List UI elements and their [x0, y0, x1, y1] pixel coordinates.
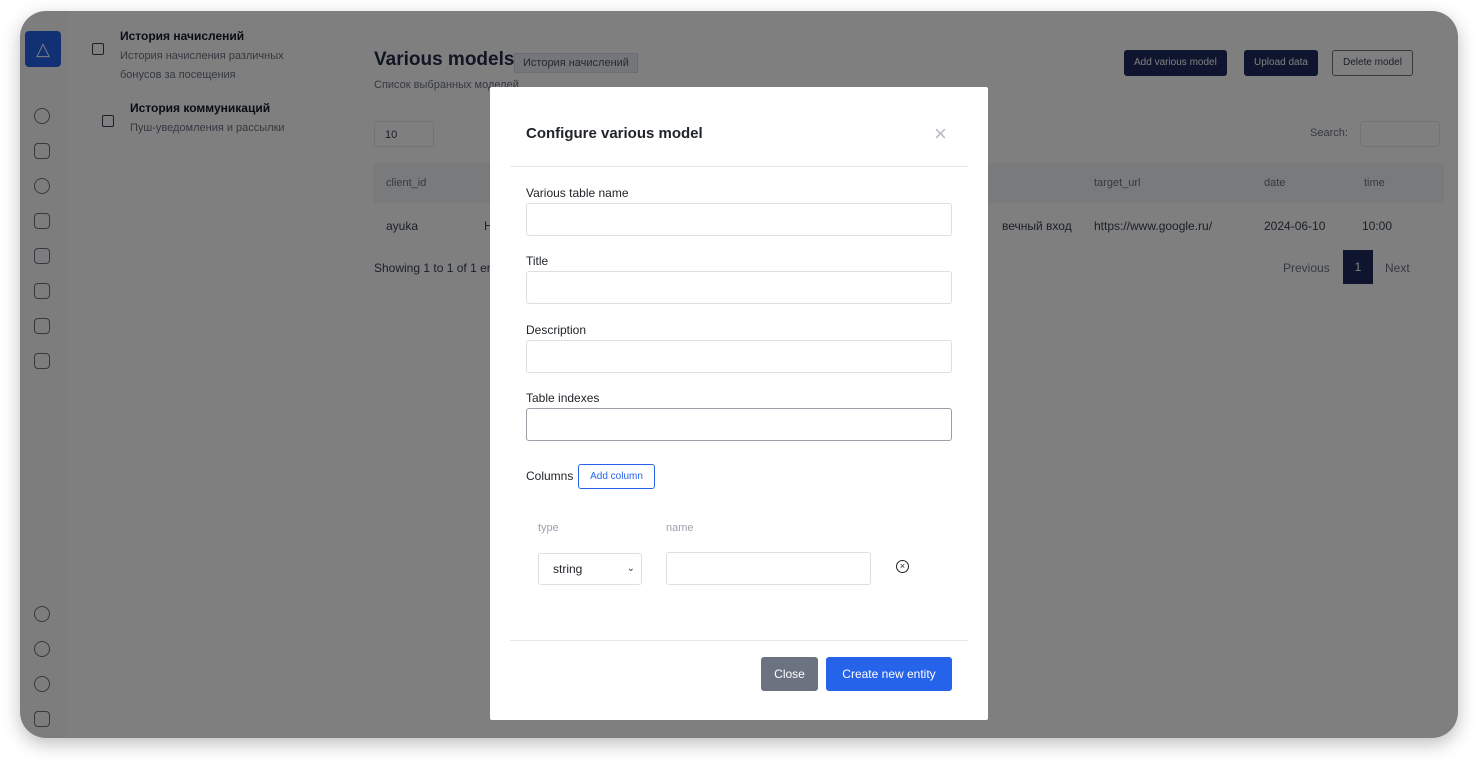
configure-model-dialog: Configure various model × Various table …	[490, 87, 988, 720]
table-indexes-input[interactable]	[526, 408, 952, 441]
remove-column-icon[interactable]: ×	[896, 560, 909, 573]
title-input[interactable]	[526, 271, 952, 304]
header-divider	[510, 166, 968, 167]
description-input[interactable]	[526, 340, 952, 373]
close-button[interactable]: Close	[761, 657, 818, 691]
chevron-down-icon: ⌄	[626, 563, 635, 574]
add-column-button[interactable]: Add column	[578, 464, 655, 489]
dialog-title: Configure various model	[526, 125, 703, 142]
close-icon[interactable]: ×	[934, 123, 947, 145]
title-label: Title	[526, 254, 549, 268]
table-name-input[interactable]	[526, 203, 952, 236]
columns-label: Columns	[526, 469, 574, 483]
column-name-header: name	[666, 522, 694, 534]
column-type-select[interactable]: string ⌄	[538, 553, 642, 585]
column-type-value: string	[553, 562, 583, 576]
table-indexes-label: Table indexes	[526, 391, 600, 405]
description-label: Description	[526, 323, 587, 337]
create-new-entity-button[interactable]: Create new entity	[826, 657, 952, 691]
app-window: △ История начислений История начисления …	[20, 11, 1458, 738]
column-type-header: type	[538, 522, 559, 534]
footer-divider	[510, 640, 968, 641]
column-name-input[interactable]	[666, 552, 871, 585]
table-name-label: Various table name	[526, 186, 629, 200]
